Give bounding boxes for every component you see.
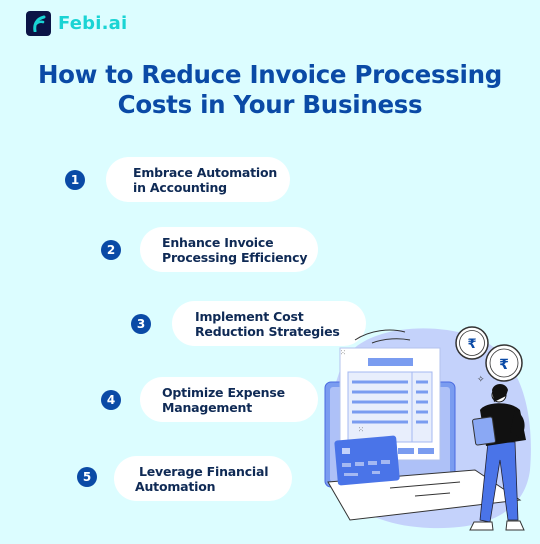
svg-text:✧: ✧: [477, 375, 485, 385]
step-label-line1: Enhance Invoice: [162, 234, 274, 250]
rupee-coin-icon: ₹: [455, 326, 489, 360]
step-pill: Embrace Automation in Accounting: [106, 157, 290, 202]
brand-logo: Febi.ai: [26, 11, 127, 36]
step-label-line1: Leverage Financial: [139, 463, 269, 479]
step-label-line2: Processing Efficiency: [162, 249, 308, 265]
title-line-2: Costs in Your Business: [117, 90, 423, 119]
page-title: How to Reduce Invoice Processing Costs i…: [0, 60, 540, 120]
step-label-line1: Embrace Automation: [133, 164, 278, 180]
step-number-badge: 2: [101, 240, 121, 260]
step-label-line2: Automation: [135, 478, 216, 494]
step-pill: Leverage Financial Automation: [114, 456, 292, 501]
brand-name: Febi.ai: [58, 13, 128, 34]
svg-text:₹: ₹: [499, 357, 509, 373]
step-number-badge: 1: [65, 170, 85, 190]
tablet-icon: [472, 416, 496, 446]
step-number-badge: 5: [77, 467, 97, 487]
step-number-badge: 4: [101, 390, 121, 410]
step-label-line2: Management: [162, 399, 253, 415]
step-label-line2: in Accounting: [133, 179, 227, 195]
title-line-1: How to Reduce Invoice Processing: [37, 60, 503, 89]
febi-f-logo-icon: [26, 11, 51, 36]
step-pill: Optimize Expense Management: [140, 377, 318, 422]
credit-card-icon: [334, 435, 400, 486]
step-pill: Enhance Invoice Processing Efficiency: [140, 227, 318, 272]
step-label-line1: Optimize Expense: [162, 384, 285, 400]
svg-text:⁙: ⁙: [340, 349, 346, 357]
svg-text:₹: ₹: [467, 337, 476, 352]
svg-text:⁙: ⁙: [358, 426, 364, 434]
invoice-illustration: ⁙ ⁙ ₹ ₹ ✧: [310, 310, 540, 540]
rupee-coin-icon: ₹: [485, 344, 523, 382]
step-number-badge: 3: [131, 314, 151, 334]
